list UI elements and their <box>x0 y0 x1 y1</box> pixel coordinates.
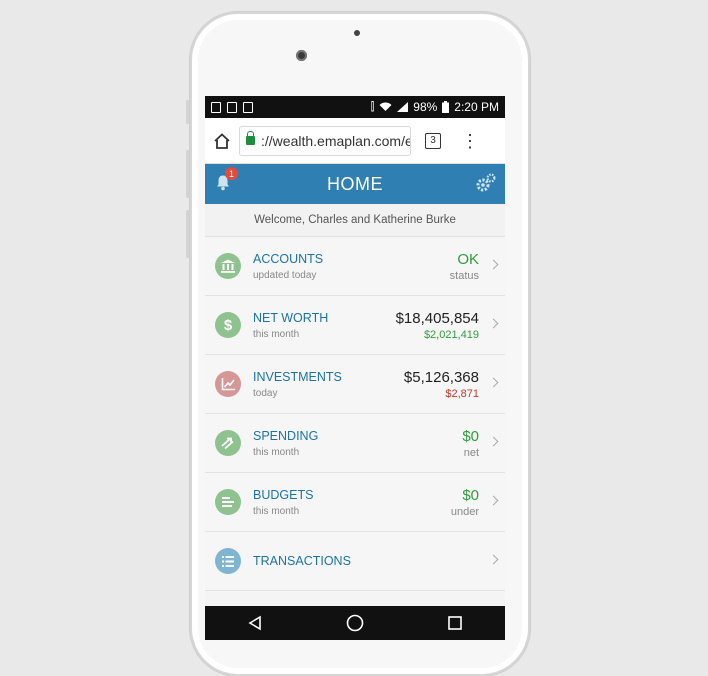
budgets-caption: under <box>450 505 479 518</box>
back-icon[interactable] <box>247 615 263 631</box>
home-circle-icon[interactable] <box>346 614 364 632</box>
spending-value: $0 <box>462 427 479 445</box>
speaker <box>354 30 360 36</box>
page-title: HOME <box>327 173 383 194</box>
welcome-message: Welcome, Charles and Katherine Burke <box>205 204 505 237</box>
signal-icon <box>397 102 409 112</box>
accounts-row[interactable]: ACCOUNTS updated today OK status <box>205 237 505 296</box>
budgets-value: $0 <box>462 486 479 504</box>
lock-icon <box>246 131 255 145</box>
budgets-row[interactable]: BUDGETS this month $0 under <box>205 473 505 532</box>
spending-row[interactable]: SPENDING this month $0 net <box>205 414 505 473</box>
status-bar: ⫿ 98% 2:20 PM <box>205 96 505 118</box>
url-field[interactable]: ://wealth.emaplan.com/e <box>239 125 411 156</box>
spending-caption: net <box>463 446 479 459</box>
chevron-right-icon <box>488 259 499 270</box>
chevron-right-icon <box>488 495 499 506</box>
clock: 2:20 PM <box>454 100 499 114</box>
bank-icon <box>215 253 241 279</box>
investments-value: $5,126,368 <box>403 368 479 386</box>
transactions-row[interactable]: TRANSACTIONS <box>205 532 505 591</box>
vibrate-icon: ⫿ <box>370 100 375 113</box>
settings-gear-icon[interactable] <box>475 173 497 198</box>
phone-screen: ⫿ 98% 2:20 PM ://wealth.emaplan.com/e 3 … <box>205 96 505 640</box>
outlook-notification-icon <box>211 101 221 113</box>
accounts-label: ACCOUNTS <box>253 251 324 266</box>
net-worth-sublabel: this month <box>253 328 300 340</box>
accounts-sublabel: updated today <box>253 269 317 281</box>
chevron-right-icon <box>488 318 499 329</box>
android-nav-bar <box>205 606 505 640</box>
app-header: 1 HOME <box>205 164 505 204</box>
wifi-icon <box>379 102 392 111</box>
url-text: ://wealth.emaplan.com/e <box>261 132 411 149</box>
net-worth-change: $2,021,419 <box>423 328 479 341</box>
chevron-right-icon <box>488 377 499 388</box>
chevron-right-icon <box>488 436 499 447</box>
budgets-label: BUDGETS <box>253 487 314 502</box>
chart-up-icon <box>215 371 241 397</box>
list-icon <box>215 548 241 574</box>
investments-label: INVESTMENTS <box>253 369 342 384</box>
dollar-icon: $ <box>215 312 241 338</box>
browser-toolbar: ://wealth.emaplan.com/e 3 ⋮ <box>205 118 505 164</box>
net-worth-value: $18,405,854 <box>395 309 479 327</box>
exchange-icon <box>215 430 241 456</box>
home-icon[interactable] <box>211 130 233 152</box>
net-worth-row[interactable]: $ NET WORTH this month $18,405,854 $2,02… <box>205 296 505 355</box>
accounts-status-value: OK <box>457 250 479 268</box>
investments-row[interactable]: INVESTMENTS today $5,126,368 $2,871 <box>205 355 505 414</box>
battery-icon <box>442 101 450 113</box>
chevron-right-icon <box>488 554 499 565</box>
recent-apps-icon[interactable] <box>447 615 463 631</box>
tab-switcher-button[interactable]: 3 <box>425 132 441 149</box>
battery-percent: 98% <box>413 100 438 114</box>
maps-notification-icon <box>243 101 253 113</box>
notification-badge: 1 <box>225 167 238 180</box>
investments-change: $2,871 <box>445 387 479 400</box>
front-camera <box>296 50 307 61</box>
spending-sublabel: this month <box>253 446 300 458</box>
investments-sublabel: today <box>253 387 278 399</box>
transactions-label: TRANSACTIONS <box>253 554 351 568</box>
net-worth-label: NET WORTH <box>253 310 329 325</box>
spending-label: SPENDING <box>253 428 319 443</box>
overflow-menu-icon[interactable]: ⋮ <box>461 132 479 150</box>
accounts-status-caption: status <box>449 269 479 282</box>
budgets-sublabel: this month <box>253 505 300 517</box>
budget-list-icon <box>215 489 241 515</box>
phone-notification-icon <box>227 101 237 113</box>
